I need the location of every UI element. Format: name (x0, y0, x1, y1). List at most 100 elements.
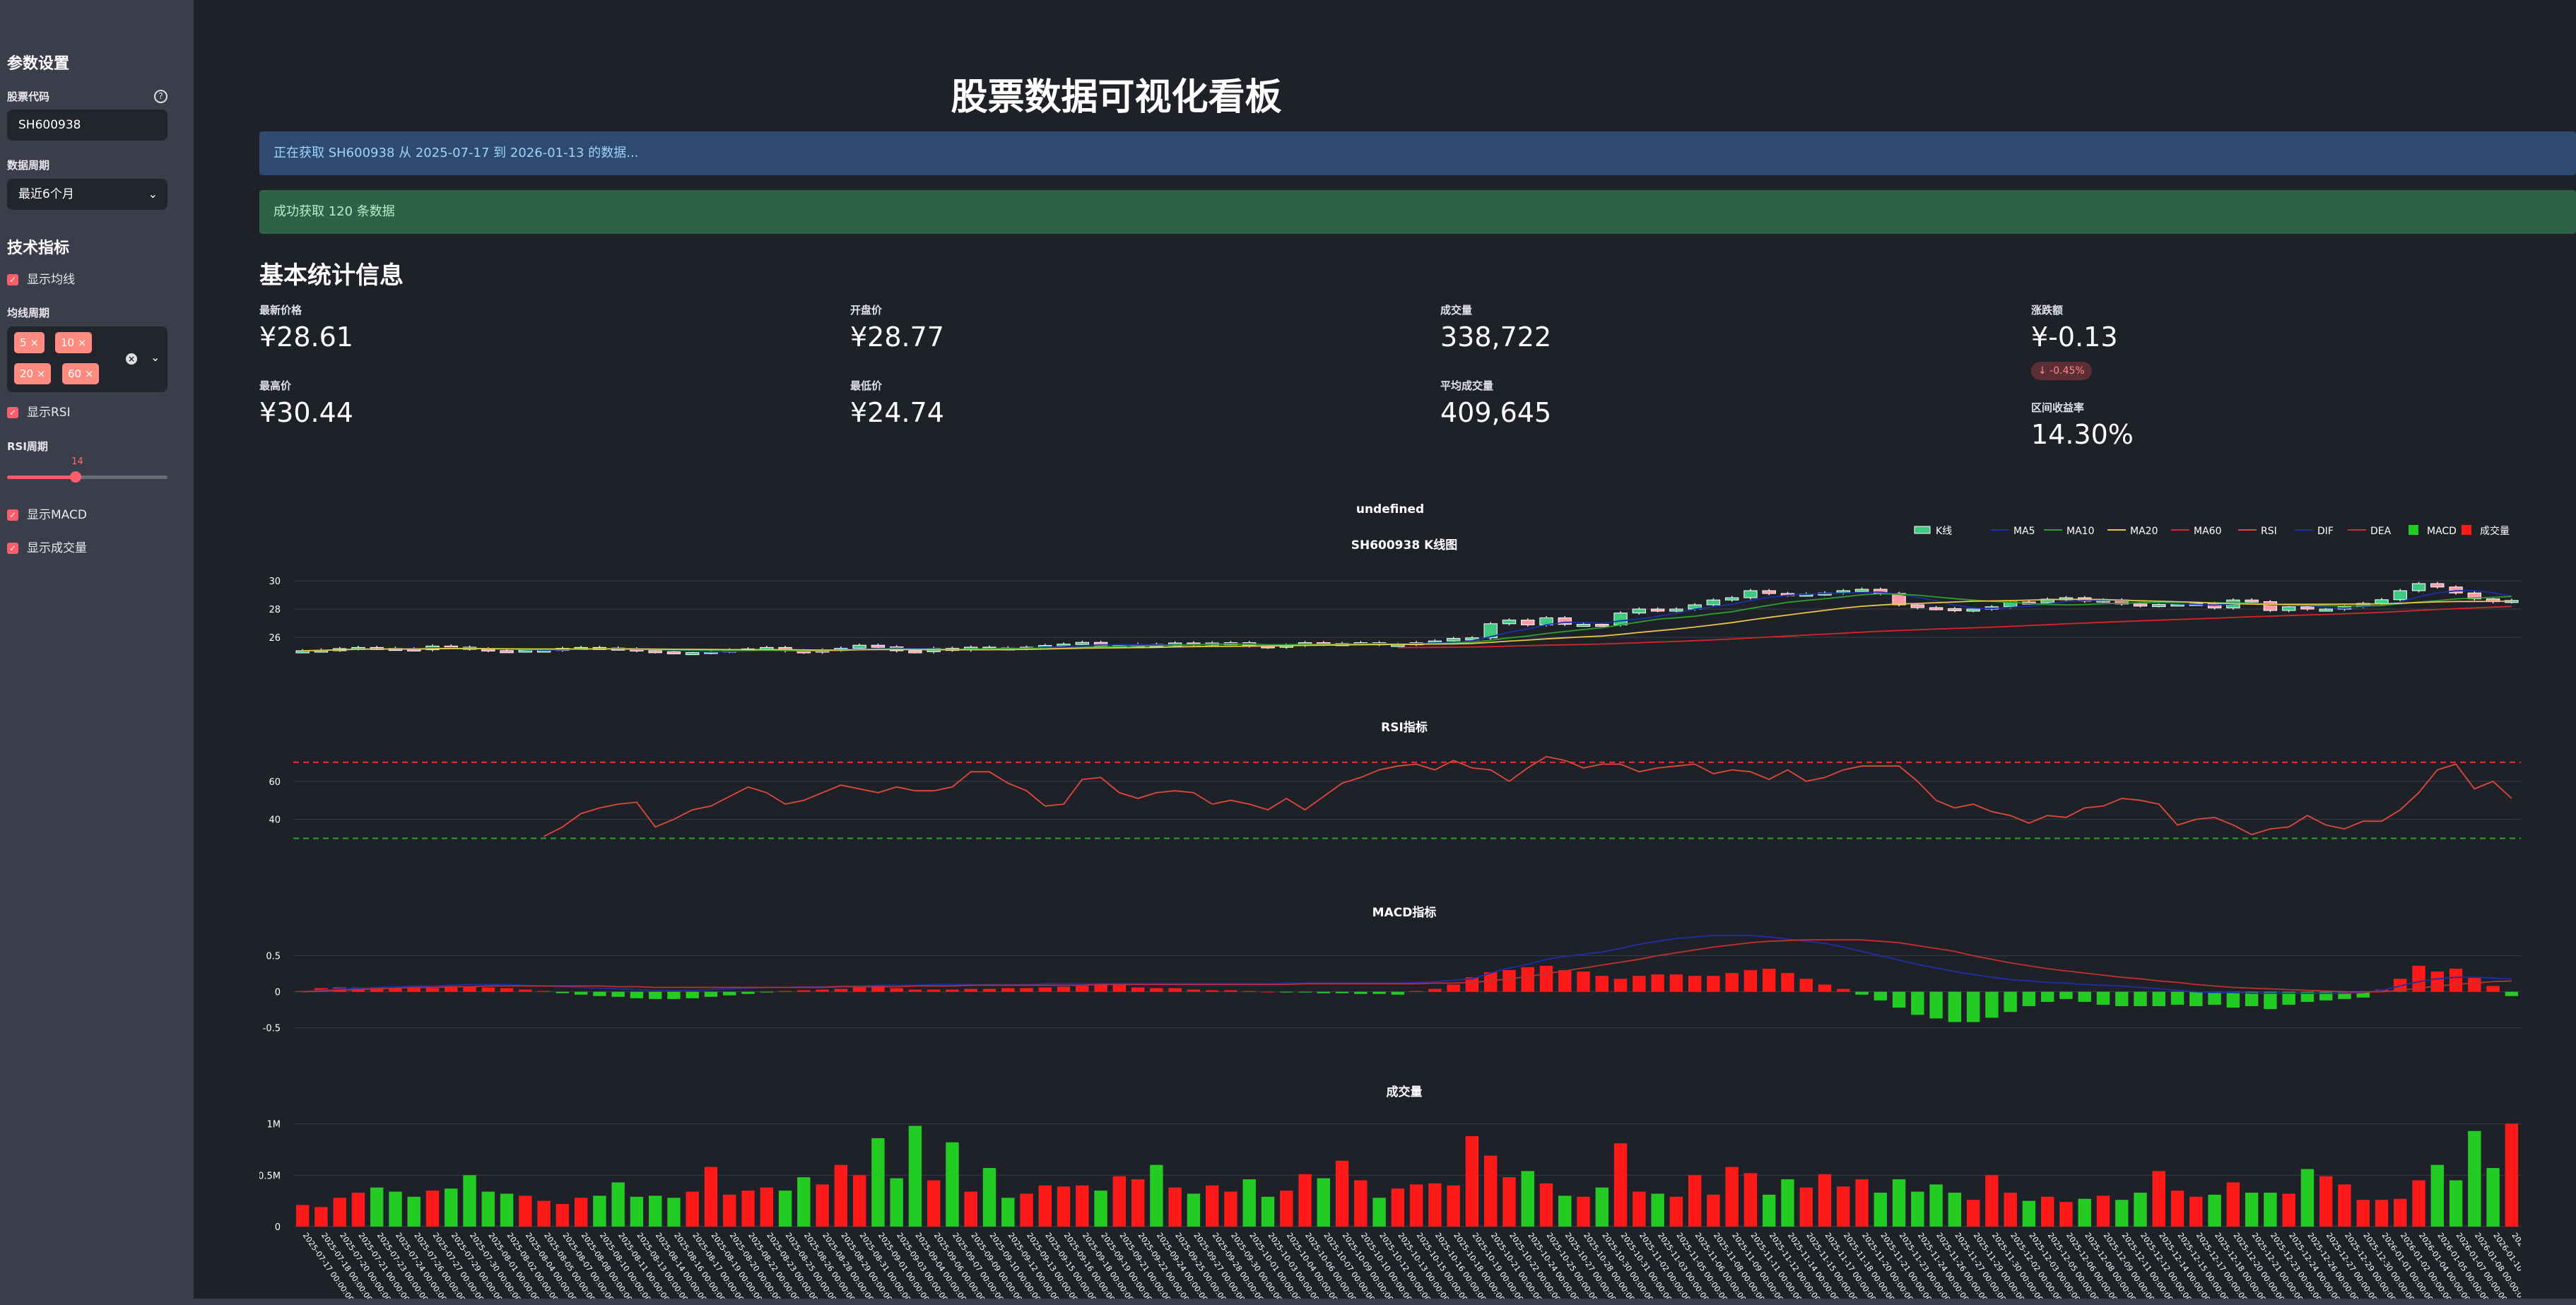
ma-tag[interactable]: 60 × (62, 363, 100, 384)
macd-bar (2096, 991, 2110, 1005)
low-price-label: 最低价 (850, 379, 883, 392)
macd-bar (1224, 990, 1237, 992)
show-volume-checkbox[interactable]: ✓ 显示成交量 (7, 541, 87, 556)
volume-value: 338,722 (1440, 321, 1552, 353)
panel-title: SH600938 K线图 (1351, 538, 1458, 553)
legend-label: MA5 (2013, 526, 2035, 537)
show-macd-checkbox[interactable]: ✓ 显示MACD (7, 507, 87, 523)
macd-bar (760, 991, 773, 993)
volume-bar (723, 1194, 736, 1227)
volume-bar (2208, 1194, 2221, 1227)
volume-bar (2096, 1195, 2110, 1227)
volume-bar (1168, 1187, 1182, 1227)
show-macd-label: 显示MACD (27, 508, 87, 522)
macd-bar (2486, 986, 2500, 992)
legend-label: K线 (1936, 526, 1952, 537)
remove-tag-icon[interactable]: × (85, 367, 94, 380)
ma-tag[interactable]: 5 × (14, 332, 45, 353)
volume-bar (1076, 1185, 1089, 1227)
volume-bar (1354, 1180, 1368, 1227)
clear-all-icon[interactable]: × (126, 353, 137, 365)
volume-bar (314, 1207, 328, 1227)
candle (2430, 583, 2445, 588)
macd-bar (1595, 976, 1608, 992)
macd-bar (2264, 991, 2277, 1010)
candle (1948, 608, 1962, 611)
macd-bar (2115, 991, 2129, 1007)
volume-bar (2505, 1123, 2519, 1227)
stock-chart: undefinedSH600938 K线图RSI指标MACD指标成交量K线 MA5… (259, 502, 2521, 1299)
rsi-slider-track[interactable] (7, 471, 167, 483)
macd-bar (1521, 967, 1534, 992)
volume-bar (2264, 1193, 2277, 1227)
macd-bar (1076, 986, 1089, 992)
show-rsi-checkbox[interactable]: ✓ 显示RSI (7, 405, 71, 420)
ma60-line (1397, 606, 2512, 649)
candle (2263, 601, 2278, 611)
ma-period-multiselect[interactable]: 5 × 10 × 20 × 60 × × ⌄ (7, 326, 167, 392)
volume-bar (1057, 1186, 1071, 1227)
volume-bar (816, 1184, 829, 1227)
panel-title: MACD指标 (1372, 905, 1437, 920)
volume-bar (852, 1175, 866, 1227)
volume-bar (2430, 1164, 2444, 1227)
candle (2393, 590, 2407, 601)
volume-bar (2338, 1184, 2351, 1227)
avg-volume-value: 409,645 (1440, 397, 1552, 428)
macd-bar (1874, 991, 1887, 1000)
macd-bar (1948, 991, 1962, 1022)
checkbox-checked-icon: ✓ (7, 407, 18, 418)
chart-title: undefined (1356, 502, 1424, 516)
legend-label: 成交量 (2480, 525, 2510, 537)
remove-tag-icon[interactable]: × (30, 336, 39, 349)
volume-bar (333, 1198, 346, 1227)
volume-bar (704, 1167, 718, 1227)
volume-bar (500, 1193, 514, 1227)
ma-tag[interactable]: 20 × (14, 363, 52, 384)
macd-bar (1837, 988, 1850, 992)
volume-bar (1781, 1179, 1794, 1227)
volume-bar (1038, 1185, 1052, 1227)
volume-bar (389, 1191, 402, 1227)
panel-title: 成交量 (1387, 1085, 1423, 1099)
dif-line (302, 935, 2512, 994)
avg-volume-label: 平均成交量 (1440, 379, 1494, 392)
candle (2449, 586, 2463, 594)
legend-swatch (1914, 526, 1931, 534)
volume-bar (1242, 1179, 1256, 1227)
macd-bar (982, 988, 996, 992)
show-ma-label: 显示均线 (27, 273, 75, 287)
volume-bar (1725, 1167, 1739, 1227)
candle (2133, 603, 2148, 607)
candle (852, 644, 866, 649)
volume-bar (1335, 1160, 1349, 1227)
ma-tag[interactable]: 10 × (55, 332, 93, 353)
period-select[interactable]: 最近6个月 ⌄ (7, 179, 167, 210)
y-tick-label: -0.5 (263, 1024, 281, 1034)
macd-bar (1447, 984, 1460, 992)
volume-bar (1818, 1174, 1832, 1227)
show-ma-checkbox[interactable]: ✓ 显示均线 (7, 272, 75, 288)
ma-tag-label: 20 (20, 367, 34, 380)
volume-bar (2282, 1193, 2295, 1227)
macd-bar (574, 991, 588, 995)
remove-tag-icon[interactable]: × (78, 336, 87, 349)
volume-bar (445, 1188, 458, 1227)
volume-bar (982, 1168, 996, 1227)
volume-bar (908, 1126, 922, 1227)
chevron-down-icon[interactable]: ⌄ (151, 350, 160, 364)
rsi-slider-thumb[interactable] (70, 471, 82, 483)
volume-bar (481, 1191, 495, 1227)
macd-bar (1688, 976, 1702, 992)
indicators-title: 技术指标 (7, 240, 70, 257)
candle (1502, 620, 1517, 625)
macd-bar (1781, 973, 1794, 992)
macd-bar (1633, 976, 1646, 992)
volume-bar (1688, 1175, 1702, 1227)
volume-bar (463, 1175, 476, 1227)
volume-bar (1613, 1143, 1628, 1227)
remove-tag-icon[interactable]: × (37, 367, 46, 380)
volume-bar (871, 1138, 885, 1227)
volume-bar (1150, 1164, 1163, 1227)
volume-bar (741, 1191, 755, 1227)
